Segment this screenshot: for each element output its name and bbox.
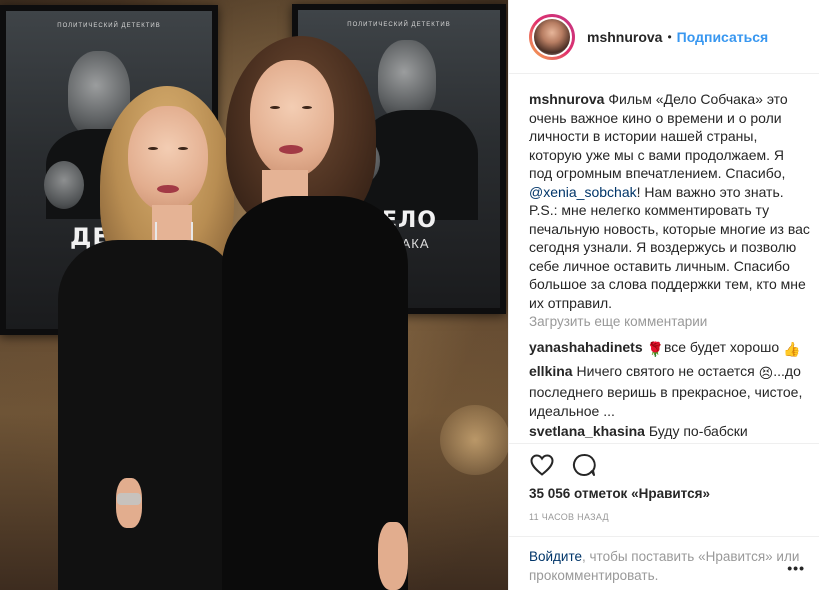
likes-count[interactable]: 35 056 отметок «Нравится» <box>529 486 710 501</box>
comment-text: все будет хорошо <box>663 339 780 355</box>
more-options-button[interactable]: ••• <box>787 560 805 576</box>
caption-text-after: ! Нам важно это знать. P.S.: мне нелегко… <box>529 183 810 311</box>
login-link[interactable]: Войдите <box>529 549 582 564</box>
thumbs-up-emoji: 👍 <box>783 341 801 357</box>
divider <box>509 443 819 444</box>
comment-item: svetlana_khasina Буду по-бабски <box>529 422 811 441</box>
comment-item: yanashahadinets 🌹все будет хорошо 👍 <box>529 338 811 359</box>
comment-username[interactable]: svetlana_khasina <box>529 423 645 439</box>
poster-kicker-right: ПОЛИТИЧЕСКИЙ ДЕТЕКТИВ <box>347 22 451 28</box>
caption: mshnurova Фильм «Дело Собчака» это очень… <box>529 90 811 312</box>
caption-mention-link[interactable]: @xenia_sobchak <box>529 184 637 200</box>
comment-username[interactable]: ellkina <box>529 363 573 379</box>
avatar[interactable] <box>529 13 575 60</box>
like-button[interactable] <box>529 452 555 478</box>
post-sidebar: mshnurova • Подписаться mshnurova Фильм … <box>508 0 819 590</box>
action-bar <box>529 452 597 478</box>
divider <box>509 536 819 537</box>
load-more-comments-link[interactable]: Загрузить еще комментарии <box>529 314 707 329</box>
comment-username[interactable]: yanashahadinets <box>529 339 643 355</box>
login-prompt: Войдите, чтобы поставить «Нравится» или … <box>529 547 809 585</box>
comment-bubble-icon <box>572 453 596 476</box>
header-separator: • <box>667 29 672 44</box>
comment-text: Буду по-бабски <box>648 423 748 439</box>
post-photo[interactable]: ПОЛИТИЧЕСКИЙ ДЕТЕКТИВ ДЕ С ПОЛИТИЧЕСКИЙ … <box>0 0 508 590</box>
follow-button[interactable]: Подписаться <box>677 29 769 45</box>
comment-text: Ничего святого не остается <box>576 363 755 379</box>
avatar-image <box>532 16 572 57</box>
persevering-face-emoji: 😣 <box>758 365 774 381</box>
comment-button[interactable] <box>571 452 597 478</box>
comment-item: ellkina Ничего святого не остается 😣...д… <box>529 362 811 421</box>
post-header: mshnurova • Подписаться <box>509 0 819 74</box>
caption-username[interactable]: mshnurova <box>529 91 604 107</box>
heart-icon <box>530 454 554 476</box>
header-username[interactable]: mshnurova <box>587 29 662 45</box>
post-timestamp[interactable]: 11 ЧАСОВ НАЗАД <box>529 512 609 522</box>
rose-emoji: 🌹 <box>646 341 664 357</box>
poster-kicker-left: ПОЛИТИЧЕСКИЙ ДЕТЕКТИВ <box>57 23 161 29</box>
